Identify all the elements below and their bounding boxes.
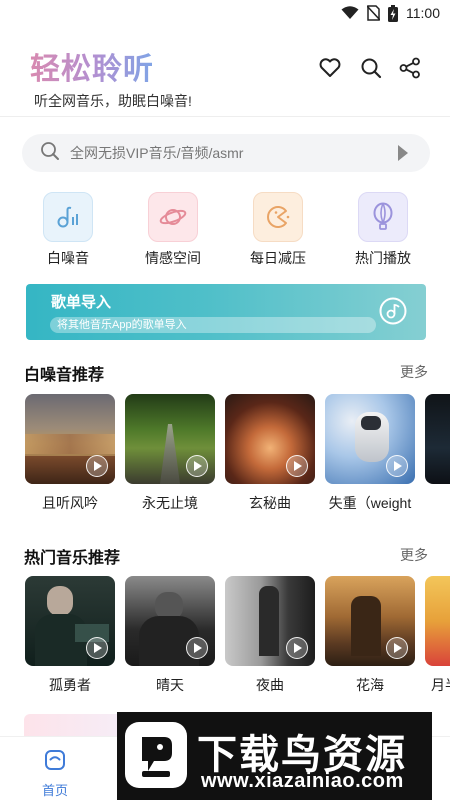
share-button[interactable]	[396, 56, 424, 84]
play-icon[interactable]	[86, 637, 108, 659]
quick-link-label: 白噪音	[47, 250, 89, 266]
hot-music-card[interactable]: 孤勇者	[25, 576, 115, 695]
white-noise-more-link[interactable]: 更多	[400, 362, 428, 382]
white-noise-card[interactable]: 永无止境	[125, 394, 215, 513]
banner-title: 歌单导入	[51, 294, 112, 311]
banner-subtitle: 将其他音乐App的歌单导入	[50, 317, 376, 333]
hot-music-card[interactable]: 花海	[325, 576, 415, 695]
play-icon[interactable]	[386, 637, 408, 659]
cover-image	[325, 576, 415, 666]
quick-link-white-noise[interactable]: 白噪音	[23, 192, 113, 268]
cover-image	[425, 576, 450, 666]
share-icon	[399, 57, 421, 84]
search-bar[interactable]: 全网无损VIP音乐/音频/asmr	[22, 134, 430, 172]
cover-image	[125, 394, 215, 484]
white-noise-card[interactable]: 玄秘曲	[225, 394, 315, 513]
play-icon[interactable]	[186, 455, 208, 477]
search-go-icon[interactable]	[398, 145, 408, 161]
app-title: 轻松聆听	[30, 44, 154, 88]
cover-image	[25, 394, 115, 484]
music-disc-icon	[378, 296, 408, 331]
no-sim-icon	[367, 5, 380, 21]
hot-music-card[interactable]: 夜曲	[225, 576, 315, 695]
hot-music-section-title: 热门音乐推荐	[24, 550, 121, 567]
cover-image	[425, 394, 450, 484]
play-icon[interactable]	[286, 455, 308, 477]
hot-music-card[interactable]: 晴天	[125, 576, 215, 695]
status-time: 11:00	[406, 5, 440, 21]
favorite-button[interactable]	[316, 56, 344, 84]
quick-link-emotion[interactable]: 情感空间	[128, 192, 218, 268]
heart-icon	[319, 57, 341, 83]
white-noise-card[interactable]: 失重（weight	[325, 394, 415, 513]
wifi-icon	[341, 6, 359, 20]
card-title: 且听风吟	[42, 495, 98, 511]
header-divider	[0, 116, 450, 117]
search-button[interactable]	[357, 56, 385, 84]
cover-image	[225, 576, 315, 666]
white-noise-card[interactable]: 且听风吟	[25, 394, 115, 513]
quick-link-label: 每日减压	[250, 250, 306, 266]
play-icon[interactable]	[186, 637, 208, 659]
white-noise-section-title: 白噪音推荐	[24, 367, 105, 384]
app-subtitle: 听全网音乐，助眠白噪音!	[34, 93, 192, 109]
watermark-url: www.xiazainiao.com	[201, 770, 404, 792]
search-field-icon	[40, 141, 60, 166]
bird-logo-icon	[125, 722, 187, 788]
card-title: 月半	[431, 677, 450, 693]
cover-image	[125, 576, 215, 666]
white-noise-card[interactable]	[425, 394, 450, 484]
tab-home[interactable]: 首页	[35, 749, 75, 799]
balloon-icon	[358, 192, 408, 242]
tab-home-label: 首页	[41, 783, 68, 798]
search-icon	[360, 57, 382, 84]
hot-music-card[interactable]: 月半	[425, 576, 450, 695]
card-title: 玄秘曲	[249, 495, 291, 511]
play-icon[interactable]	[386, 455, 408, 477]
app-header: 轻松聆听 听全网音乐，助眠白噪音!	[0, 40, 450, 114]
hot-music-more-link[interactable]: 更多	[400, 545, 428, 565]
cover-image	[225, 394, 315, 484]
card-title: 失重（weight	[328, 495, 412, 511]
play-icon[interactable]	[86, 455, 108, 477]
planet-icon	[148, 192, 198, 242]
quick-link-label: 热门播放	[355, 250, 411, 266]
card-title: 孤勇者	[49, 677, 91, 693]
cover-image	[25, 576, 115, 666]
cover-image	[325, 394, 415, 484]
card-title: 花海	[356, 677, 384, 693]
status-bar: 11:00	[0, 0, 450, 26]
music-note-icon	[43, 192, 93, 242]
home-icon	[44, 750, 66, 775]
card-title: 永无止境	[142, 495, 198, 511]
card-title: 晴天	[156, 677, 184, 693]
watermark-overlay: 下载鸟资源 www.xiazainiao.com	[117, 712, 432, 800]
quick-link-daily-relax[interactable]: 每日减压	[233, 192, 323, 268]
quick-link-hot-play[interactable]: 热门播放	[338, 192, 428, 268]
search-placeholder: 全网无损VIP音乐/音频/asmr	[70, 145, 244, 161]
card-title: 夜曲	[256, 677, 284, 693]
playlist-import-banner[interactable]: 歌单导入 将其他音乐App的歌单导入	[26, 284, 426, 340]
quick-link-label: 情感空间	[145, 250, 201, 266]
battery-charging-icon	[388, 4, 398, 22]
pacman-icon	[253, 192, 303, 242]
play-icon[interactable]	[286, 637, 308, 659]
